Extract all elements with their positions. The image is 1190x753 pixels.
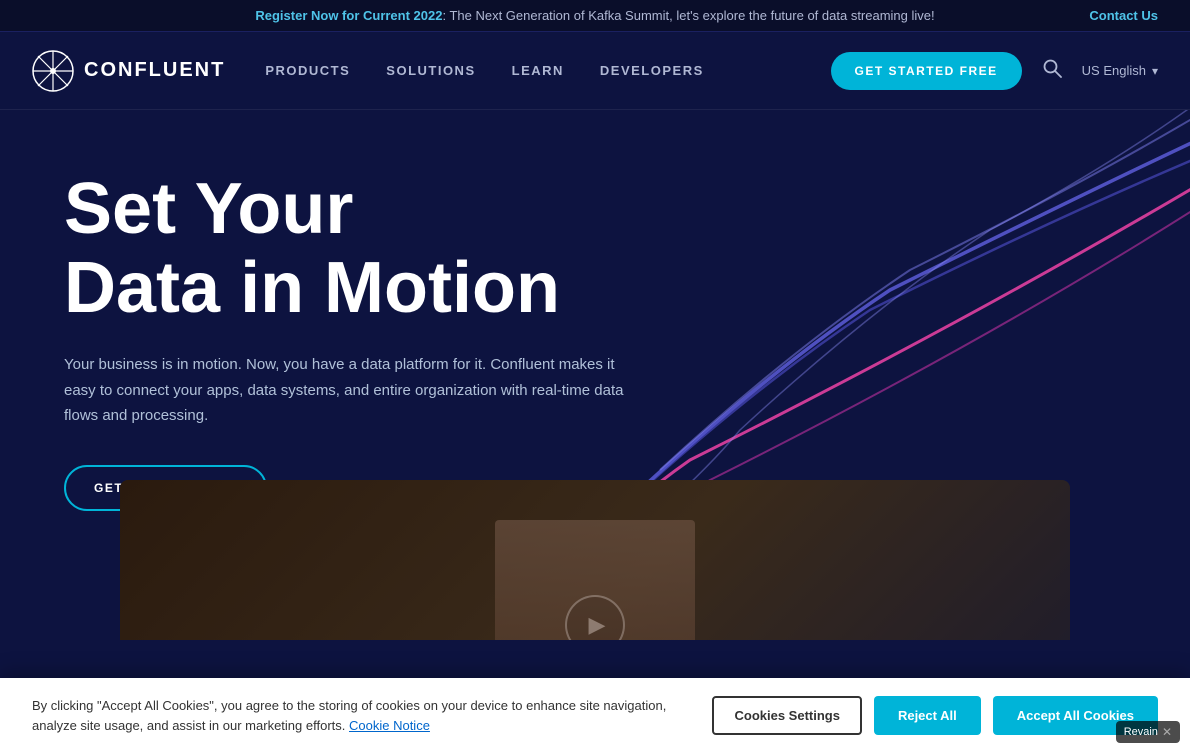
cookie-text: By clicking "Accept All Cookies", you ag…: [32, 696, 682, 735]
language-label: US English: [1082, 63, 1146, 78]
cookie-banner: By clicking "Accept All Cookies", you ag…: [0, 678, 1190, 753]
nav-developers[interactable]: Developers: [600, 63, 704, 78]
hero-section: Set Your Data in Motion Your business is…: [0, 110, 1190, 640]
person-image: [495, 520, 695, 640]
nav-learn[interactable]: Learn: [512, 63, 564, 78]
logo-text: CONFLUENT: [84, 59, 225, 82]
chevron-down-icon: ▾: [1152, 64, 1158, 78]
headline-line1: Set Your: [64, 170, 664, 249]
nav-solutions[interactable]: Solutions: [386, 63, 475, 78]
nav-links: Products Solutions Learn Developers: [265, 63, 830, 78]
reject-all-button[interactable]: Reject All: [874, 696, 981, 735]
cookies-settings-button[interactable]: Cookies Settings: [712, 696, 861, 735]
hero-subtext: Your business is in motion. Now, you hav…: [64, 352, 624, 429]
contact-us-link[interactable]: Contact Us: [1089, 8, 1158, 23]
logo-icon: [32, 50, 74, 92]
headline-line2: Data in Motion: [64, 249, 664, 328]
cookie-notice-link[interactable]: Cookie Notice: [349, 718, 430, 733]
announcement-text: Register Now for Current 2022: The Next …: [255, 8, 934, 23]
get-started-button[interactable]: Get Started Free: [831, 52, 1022, 90]
cookie-buttons: Cookies Settings Reject All Accept All C…: [712, 696, 1158, 735]
revain-close-icon[interactable]: ✕: [1162, 725, 1172, 739]
video-background: ▶: [120, 480, 1070, 640]
announcement-link[interactable]: Register Now for Current 2022: [255, 8, 442, 23]
announcement-detail: : The Next Generation of Kafka Summit, l…: [442, 8, 934, 23]
hero-headline: Set Your Data in Motion: [64, 170, 664, 328]
navbar: CONFLUENT Products Solutions Learn Devel…: [0, 32, 1190, 110]
nav-products[interactable]: Products: [265, 63, 350, 78]
video-section: ▶: [120, 480, 1070, 640]
search-icon[interactable]: [1042, 58, 1062, 84]
announcement-bar: Register Now for Current 2022: The Next …: [0, 0, 1190, 32]
logo-area[interactable]: CONFLUENT: [32, 50, 225, 92]
language-selector[interactable]: US English ▾: [1082, 63, 1158, 78]
nav-right: Get Started Free US English ▾: [831, 52, 1158, 90]
revain-badge: Revain ✕: [1116, 721, 1180, 743]
revain-label: Revain: [1124, 726, 1158, 738]
